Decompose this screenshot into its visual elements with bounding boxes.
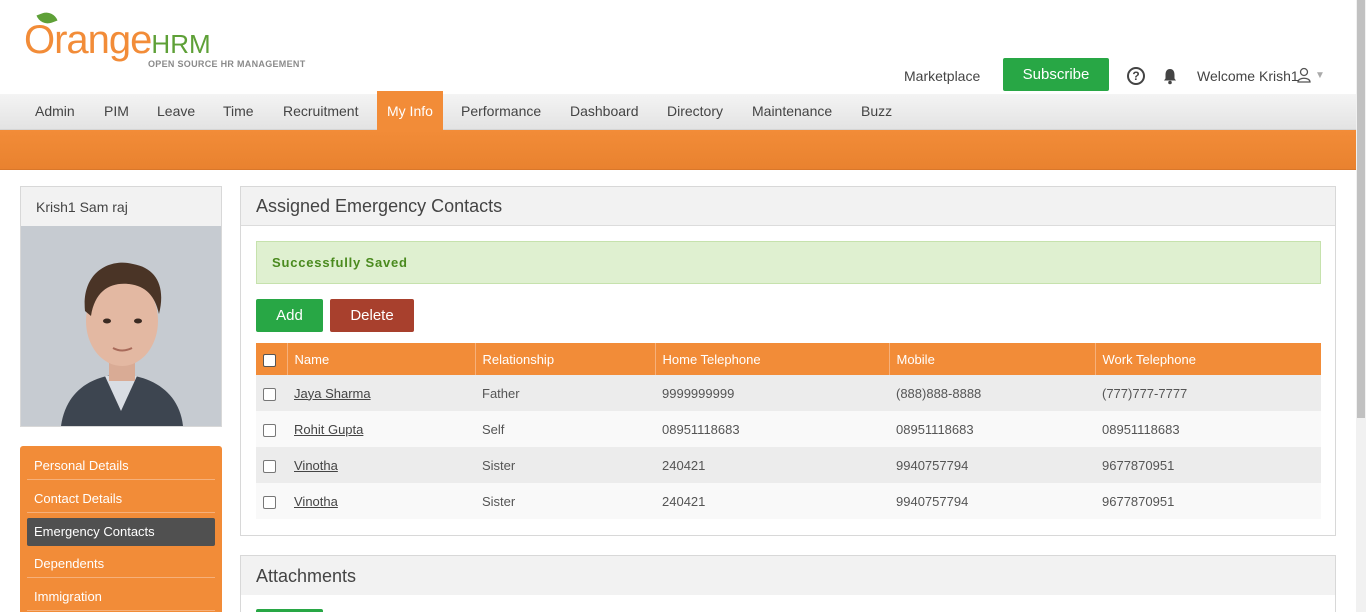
attachments-title: Attachments: [241, 556, 1335, 595]
side-item-dependents[interactable]: Dependents: [27, 550, 215, 578]
profile-photo[interactable]: [21, 226, 221, 426]
column-header-home-telephone[interactable]: Home Telephone: [655, 343, 890, 375]
side-item-emergency-contacts[interactable]: Emergency Contacts: [27, 518, 215, 546]
emergency-contacts-panel: Assigned Emergency Contacts Successfully…: [240, 186, 1336, 536]
header: OrangeHRM OPEN SOURCE HR MANAGEMENT Mark…: [0, 0, 1356, 94]
work-telephone-cell: 08951118683: [1095, 411, 1321, 447]
nav-maintenance[interactable]: Maintenance: [742, 94, 842, 130]
main-nav: Admin PIM Leave Time Recruitment My Info…: [0, 91, 1356, 130]
table-row: Vinotha Sister 240421 9940757794 9677870…: [256, 447, 1321, 483]
subnav-band: [0, 130, 1356, 170]
table-row: Rohit Gupta Self 08951118683 08951118683…: [256, 411, 1321, 447]
select-all-cell: [256, 343, 288, 375]
home-telephone-cell: 240421: [655, 447, 889, 483]
row-checkbox[interactable]: [263, 459, 276, 473]
chevron-down-icon[interactable]: ▼: [1315, 70, 1325, 81]
nav-my-info[interactable]: My Info: [377, 91, 443, 130]
select-all-checkbox[interactable]: [263, 353, 276, 367]
profile-card: Krish1 Sam raj: [20, 186, 222, 427]
home-telephone-cell: 240421: [655, 483, 889, 519]
mobile-cell: 08951118683: [889, 411, 1095, 447]
column-header-relationship[interactable]: Relationship: [475, 343, 656, 375]
bell-icon[interactable]: [1161, 67, 1179, 85]
nav-time[interactable]: Time: [213, 94, 264, 130]
contact-name-link[interactable]: Vinotha: [294, 494, 338, 509]
contacts-table: Name Relationship Home Telephone Mobile …: [256, 343, 1321, 519]
delete-button[interactable]: Delete: [330, 299, 414, 332]
profile-name: Krish1 Sam raj: [36, 199, 128, 215]
row-checkbox[interactable]: [263, 387, 276, 401]
logo-main: Orange: [24, 18, 152, 62]
work-telephone-cell: 9677870951: [1095, 483, 1321, 519]
attachments-panel: Attachments: [240, 555, 1336, 612]
home-telephone-cell: 08951118683: [655, 411, 889, 447]
relationship-cell: Sister: [475, 483, 655, 519]
logo-hrm: HRM: [151, 29, 211, 59]
page-scrollbar[interactable]: [1356, 0, 1366, 612]
side-item-personal-details[interactable]: Personal Details: [27, 452, 215, 480]
scrollbar-thumb[interactable]: [1357, 0, 1365, 418]
side-menu: Personal Details Contact Details Emergen…: [20, 446, 222, 612]
row-checkbox[interactable]: [263, 495, 276, 509]
logo-wordmark: OrangeHRM: [24, 18, 211, 63]
orangehrm-logo[interactable]: OrangeHRM OPEN SOURCE HR MANAGEMENT: [24, 9, 314, 72]
work-telephone-cell: (777)777-7777: [1095, 375, 1321, 411]
column-header-mobile[interactable]: Mobile: [889, 343, 1096, 375]
column-header-work-telephone[interactable]: Work Telephone: [1095, 343, 1321, 375]
home-telephone-cell: 9999999999: [655, 375, 889, 411]
table-row: Vinotha Sister 240421 9940757794 9677870…: [256, 483, 1321, 519]
subscribe-button[interactable]: Subscribe: [1003, 58, 1109, 91]
mobile-cell: 9940757794: [889, 447, 1095, 483]
contact-name-link[interactable]: Jaya Sharma: [294, 386, 371, 401]
logo-tagline: OPEN SOURCE HR MANAGEMENT: [148, 59, 306, 69]
relationship-cell: Self: [475, 411, 655, 447]
nav-admin[interactable]: Admin: [25, 94, 85, 130]
nav-directory[interactable]: Directory: [657, 94, 733, 130]
nav-dashboard[interactable]: Dashboard: [560, 94, 649, 130]
panel-title: Assigned Emergency Contacts: [241, 187, 1335, 226]
side-item-immigration[interactable]: Immigration: [27, 583, 215, 611]
contact-name-link[interactable]: Rohit Gupta: [294, 422, 363, 437]
nav-recruitment[interactable]: Recruitment: [273, 94, 368, 130]
table-row: Jaya Sharma Father 9999999999 (888)888-8…: [256, 375, 1321, 411]
nav-buzz[interactable]: Buzz: [851, 94, 902, 130]
success-message: Successfully Saved: [256, 241, 1321, 284]
help-icon[interactable]: ?: [1127, 67, 1145, 85]
marketplace-link[interactable]: Marketplace: [904, 68, 980, 84]
user-icon[interactable]: [1295, 66, 1313, 84]
relationship-cell: Sister: [475, 447, 655, 483]
nav-performance[interactable]: Performance: [451, 94, 551, 130]
table-header-row: Name Relationship Home Telephone Mobile …: [256, 343, 1321, 375]
relationship-cell: Father: [475, 375, 655, 411]
row-checkbox[interactable]: [263, 423, 276, 437]
mobile-cell: (888)888-8888: [889, 375, 1095, 411]
nav-pim[interactable]: PIM: [94, 94, 139, 130]
avatar: [21, 226, 221, 426]
side-item-contact-details[interactable]: Contact Details: [27, 485, 215, 513]
contact-name-link[interactable]: Vinotha: [294, 458, 338, 473]
add-button[interactable]: Add: [256, 299, 323, 332]
column-header-name[interactable]: Name: [287, 343, 476, 375]
mobile-cell: 9940757794: [889, 483, 1095, 519]
welcome-user[interactable]: Welcome Krish1: [1197, 68, 1299, 84]
work-telephone-cell: 9677870951: [1095, 447, 1321, 483]
nav-leave[interactable]: Leave: [147, 94, 205, 130]
